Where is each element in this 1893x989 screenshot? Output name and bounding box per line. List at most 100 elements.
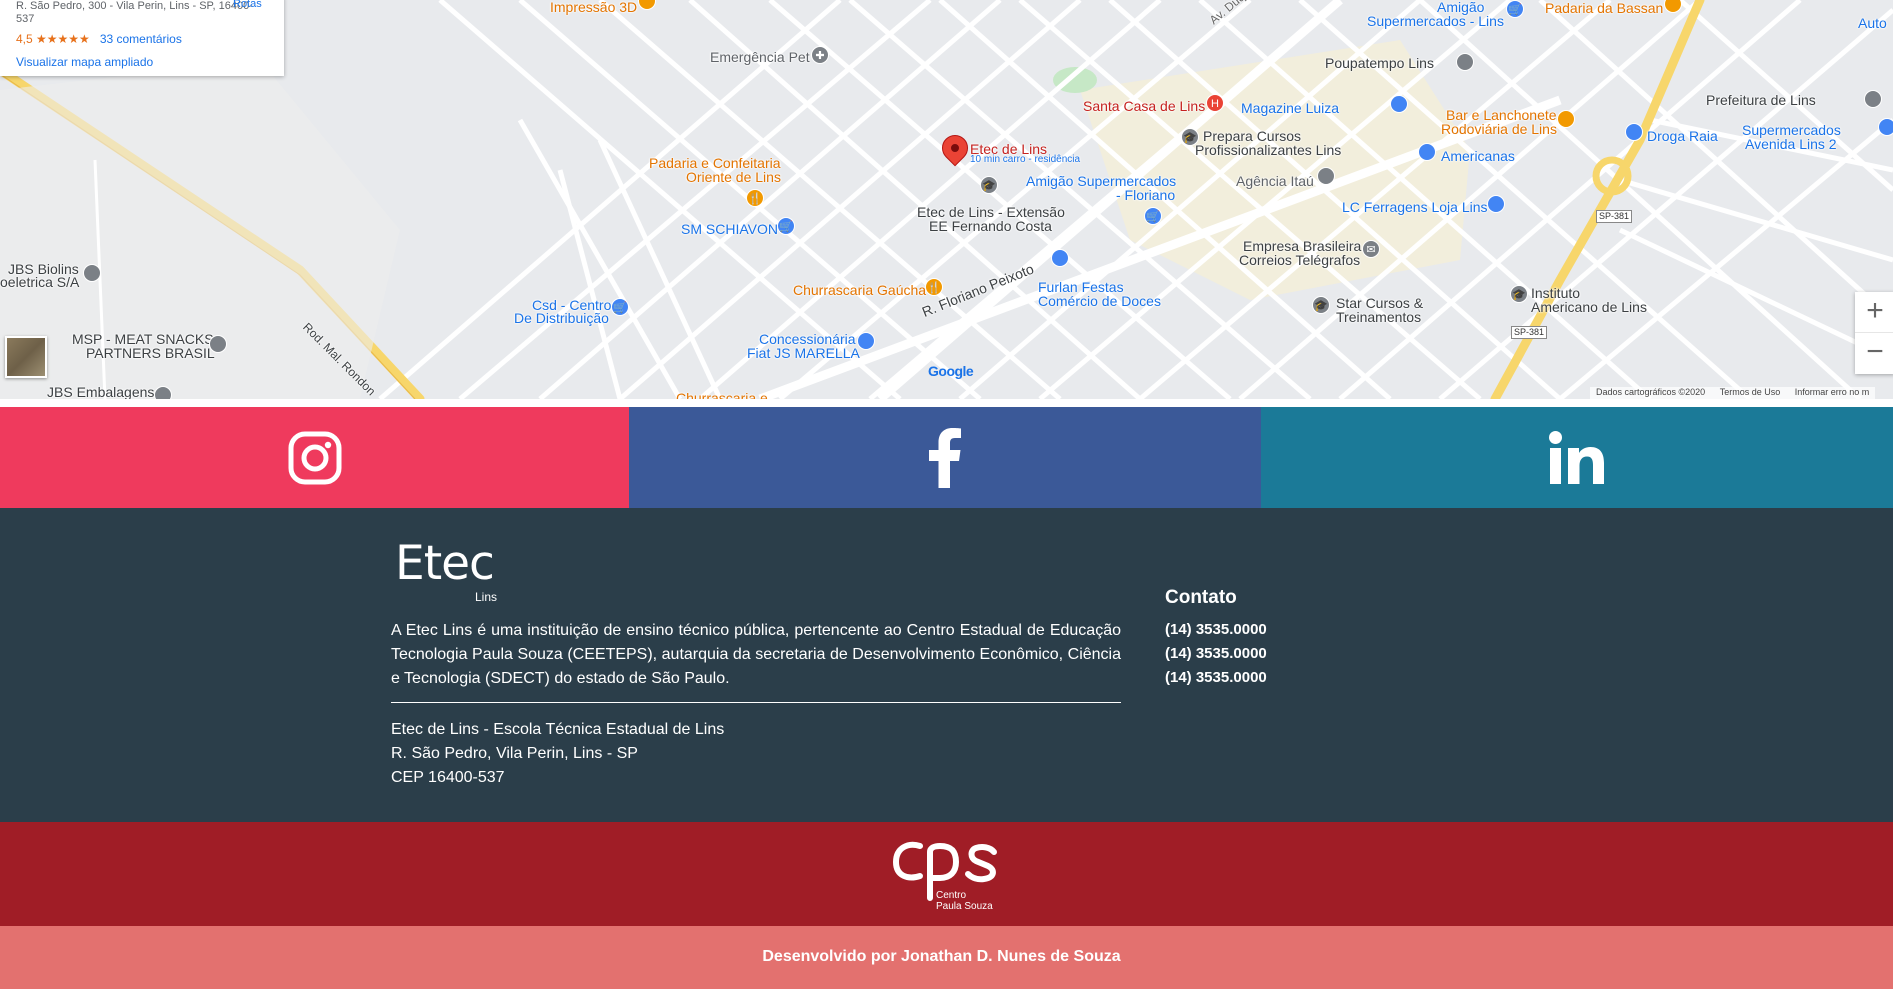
- poi-cart-icon[interactable]: 🛒: [1506, 0, 1524, 18]
- poi-industry-icon[interactable]: [154, 386, 172, 399]
- map-label-amigao-sup1[interactable]: Amigão Supermercados: [1026, 174, 1176, 188]
- highway-shield: SP-381: [1596, 210, 1633, 223]
- map-label-concessionaria2[interactable]: Fiat JS MARELLA: [747, 346, 860, 360]
- social-links-bar: [0, 407, 1893, 508]
- map-label-prefeitura[interactable]: Prefeitura de Lins: [1706, 93, 1816, 107]
- view-larger-map-link[interactable]: Visualizar mapa ampliado: [16, 55, 268, 69]
- map-label-avenida2[interactable]: Avenida Lins 2: [1745, 137, 1837, 151]
- school-name: Etec de Lins - Escola Técnica Estadual d…: [391, 721, 725, 738]
- phone-number[interactable]: (14) 3535.0000: [1165, 666, 1267, 690]
- map-label-lcferragens[interactable]: LC Ferragens Loja Lins: [1342, 200, 1488, 214]
- directions-link[interactable]: Rotas: [233, 0, 262, 10]
- zoom-out-button[interactable]: −: [1855, 333, 1893, 374]
- map-label-extensao1[interactable]: Etec de Lins - Extensão: [917, 205, 1065, 219]
- map-label-msp1[interactable]: MSP - MEAT SNACKS: [72, 332, 214, 346]
- map-label-magazine[interactable]: Magazine Luiza: [1241, 101, 1339, 115]
- poi-pharmacy-icon[interactable]: [1625, 123, 1643, 141]
- map-label-instituto2[interactable]: Americano de Lins: [1531, 300, 1647, 314]
- reviews-link[interactable]: 33 comentários: [100, 32, 182, 46]
- linkedin-icon: [1549, 430, 1604, 484]
- map-label-msp2[interactable]: PARTNERS BRASIL: [86, 346, 215, 360]
- map-label-emergencia[interactable]: Emergência Pet: [710, 50, 810, 64]
- report-error-link[interactable]: Informar erro no m: [1795, 387, 1870, 397]
- map-label-lanchonete1[interactable]: Bar e Lanchonete: [1446, 108, 1557, 122]
- map-data-credit: Dados cartográficos ©2020: [1596, 387, 1706, 397]
- map-label-star2[interactable]: Treinamentos: [1336, 310, 1421, 324]
- embedded-map[interactable]: R. São Pedro, 300 - Vila Perin, Lins - S…: [0, 0, 1893, 399]
- poi-school-icon[interactable]: 🎓: [1181, 128, 1199, 146]
- cps-banner: Centro Paula Souza: [0, 822, 1893, 926]
- poi-school-icon[interactable]: 🎓: [1510, 285, 1528, 303]
- poi-shop-icon[interactable]: [1390, 95, 1408, 113]
- phone-number[interactable]: (14) 3535.0000: [1165, 642, 1267, 666]
- map-label-lanchonete2[interactable]: Rodoviária de Lins: [1441, 122, 1557, 136]
- poi-cart-icon[interactable]: 🛒: [1144, 207, 1162, 225]
- poi-car-icon[interactable]: [857, 332, 875, 350]
- poi-hospital-icon[interactable]: H: [1206, 94, 1224, 112]
- poi-shop-icon[interactable]: [1487, 195, 1505, 213]
- map-label-prepara1[interactable]: Prepara Cursos: [1203, 129, 1301, 143]
- map-label-drogaraia[interactable]: Droga Raia: [1647, 129, 1718, 143]
- facebook-link[interactable]: [629, 407, 1261, 508]
- etec-logo[interactable]: Etec Lins: [395, 536, 497, 605]
- map-label-jbsemb[interactable]: JBS Embalagens: [47, 385, 154, 399]
- map-label-auto[interactable]: Auto: [1858, 16, 1887, 30]
- map-label-prepara2[interactable]: Profissionalizantes Lins: [1195, 143, 1341, 157]
- phone-number[interactable]: (14) 3535.0000: [1165, 618, 1267, 642]
- map-label-churrascaria2[interactable]: Churrascaria e: [676, 391, 768, 399]
- poi-restaurant-icon[interactable]: 🍴: [746, 189, 764, 207]
- facebook-icon: [929, 427, 961, 488]
- poi-mail-icon[interactable]: ✉: [1362, 240, 1380, 258]
- map-label-furlan1[interactable]: Furlan Festas: [1038, 280, 1124, 294]
- map-label-churrascaria[interactable]: Churrascaria Gaúcha: [793, 283, 926, 297]
- poi-restaurant-icon[interactable]: 🍴: [925, 278, 943, 296]
- map-label-bassan[interactable]: Padaria da Bassan: [1545, 1, 1663, 15]
- linkedin-link[interactable]: [1261, 407, 1893, 508]
- map-label-poupatempo[interactable]: Poupatempo Lins: [1325, 56, 1434, 70]
- map-label-correios1[interactable]: Empresa Brasileira: [1243, 239, 1361, 253]
- poi-school-icon[interactable]: 🎓: [980, 176, 998, 194]
- map-label-amigao2[interactable]: Supermercados - Lins: [1367, 14, 1504, 28]
- map-label-concessionaria1[interactable]: Concessionária: [759, 332, 856, 346]
- poi-drink-icon[interactable]: [1557, 110, 1575, 128]
- zoom-in-button[interactable]: +: [1855, 292, 1893, 333]
- poi-cart-icon[interactable]: 🛒: [611, 298, 629, 316]
- poi-vet-icon[interactable]: ✚: [811, 46, 829, 64]
- map-label-smschiavon[interactable]: SM SCHIAVON: [681, 222, 778, 236]
- map-label-csd2[interactable]: De Distribuição: [514, 311, 609, 325]
- map-label-avenida1[interactable]: Supermercados: [1742, 123, 1841, 137]
- map-label-padaria1[interactable]: Padaria e Confeitaria: [649, 156, 781, 170]
- map-label-correios2[interactable]: Correios Telégrafos: [1239, 253, 1360, 267]
- map-label-santacasa[interactable]: Santa Casa de Lins: [1083, 99, 1205, 113]
- cps-logo[interactable]: Centro Paula Souza: [890, 838, 1002, 914]
- map-label-star1[interactable]: Star Cursos &: [1336, 296, 1423, 310]
- poi-cart-icon[interactable]: [1878, 118, 1893, 136]
- map-label-jbs2[interactable]: oeletrica S/A: [0, 275, 79, 289]
- map-label-americanas[interactable]: Americanas: [1441, 149, 1515, 163]
- poi-shop-icon[interactable]: [1051, 249, 1069, 267]
- credits-bar: Desenvolvido por Jonathan D. Nunes de So…: [0, 926, 1893, 989]
- poi-bank-icon[interactable]: [1317, 167, 1335, 185]
- map-label-amigao-sup2[interactable]: - Floriano: [1116, 188, 1175, 202]
- developer-credits: Desenvolvido por Jonathan D. Nunes de So…: [762, 948, 1121, 965]
- map-label-impressao[interactable]: Impressão 3D: [550, 0, 637, 14]
- map-label-instituto1[interactable]: Instituto: [1531, 286, 1580, 300]
- poi-industry-icon[interactable]: [83, 264, 101, 282]
- map-attribution: Dados cartográficos ©2020 Termos de Uso …: [1590, 387, 1876, 399]
- map-label-furlan2[interactable]: Comércio de Doces: [1038, 294, 1161, 308]
- etec-logo-text: Etec: [395, 536, 495, 591]
- poi-gov-icon[interactable]: [1456, 53, 1474, 71]
- place-rating: 4,5 ★★★★★ 33 comentários: [16, 32, 268, 46]
- terms-link[interactable]: Termos de Uso: [1720, 387, 1781, 397]
- poi-cart-icon[interactable]: 🛒: [777, 217, 795, 235]
- satellite-toggle-button[interactable]: [5, 336, 47, 378]
- map-label-padaria2[interactable]: Oriente de Lins: [686, 170, 781, 184]
- map-label-amigao1[interactable]: Amigão: [1437, 0, 1484, 14]
- instagram-link[interactable]: [0, 407, 629, 508]
- map-label-extensao2[interactable]: EE Fernando Costa: [929, 219, 1052, 233]
- map-label-agencia[interactable]: Agência Itaú: [1236, 174, 1314, 188]
- poi-shop-icon[interactable]: [1418, 143, 1436, 161]
- poi-school-icon[interactable]: 🎓: [1312, 296, 1330, 314]
- poi-pin-icon[interactable]: [209, 335, 227, 353]
- poi-gov-icon[interactable]: [1864, 90, 1882, 108]
